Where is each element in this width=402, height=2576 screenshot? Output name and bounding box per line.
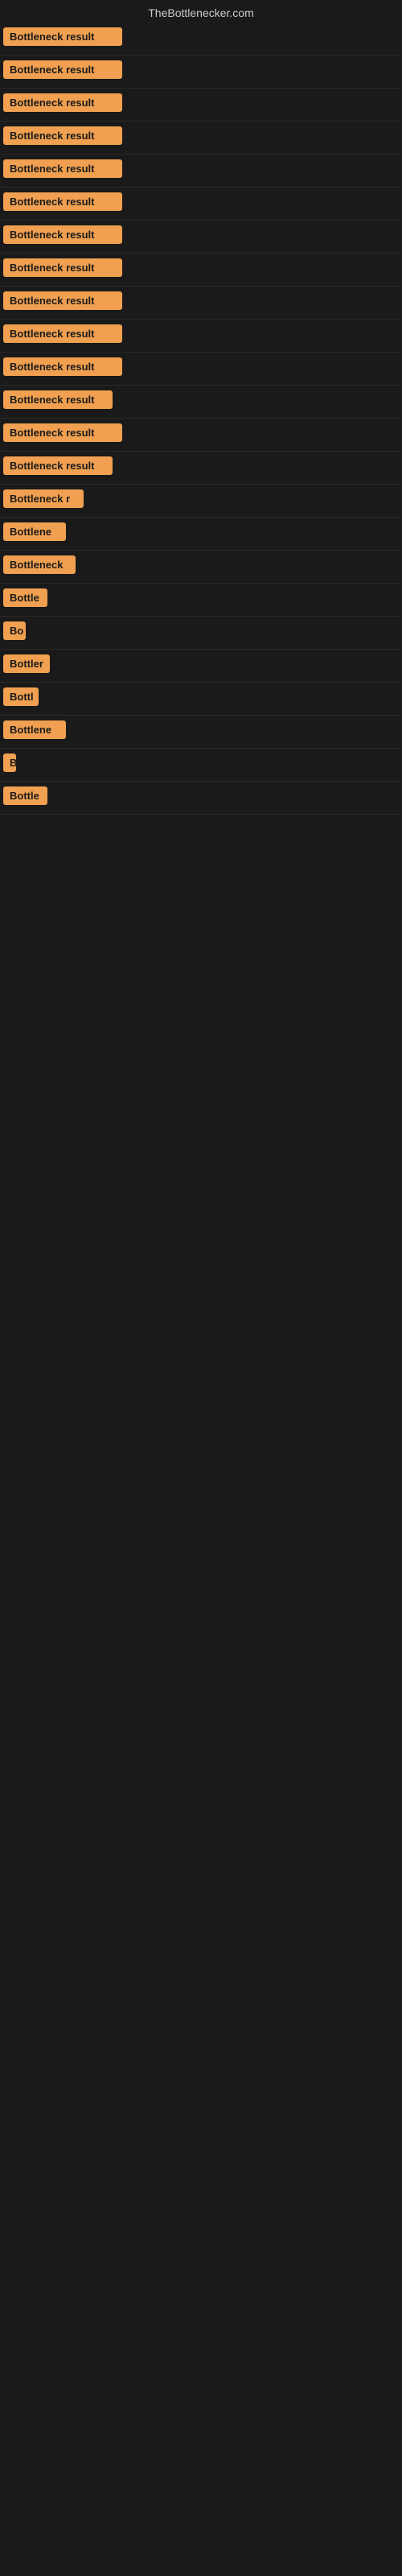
list-item: Bottleneck result — [0, 155, 402, 188]
list-item: Bottleneck result — [0, 452, 402, 485]
bottleneck-badge[interactable]: Bottle — [3, 786, 47, 805]
list-item: Bottle — [0, 584, 402, 617]
bottleneck-badge[interactable]: Bottleneck result — [3, 390, 113, 409]
list-item: Bottleneck result — [0, 23, 402, 56]
list-item: Bottleneck result — [0, 353, 402, 386]
bottleneck-badge[interactable]: Bottler — [3, 654, 50, 673]
bottleneck-badge[interactable]: Bottleneck result — [3, 423, 122, 442]
bottleneck-badge[interactable]: B — [3, 753, 16, 772]
list-item: Bottleneck result — [0, 254, 402, 287]
list-item: Bottlene — [0, 518, 402, 551]
list-item: Bottleneck result — [0, 386, 402, 419]
list-item: Bottle — [0, 782, 402, 815]
bottleneck-badge[interactable]: Bottleneck result — [3, 60, 122, 79]
bottleneck-badge[interactable]: Bottlene — [3, 720, 66, 739]
bottleneck-badge[interactable]: Bottleneck result — [3, 456, 113, 475]
list-item: Bottleneck result — [0, 221, 402, 254]
list-item: Bottleneck result — [0, 419, 402, 452]
list-item: Bo — [0, 617, 402, 650]
bottleneck-badge[interactable]: Bottleneck result — [3, 159, 122, 178]
list-item: Bottleneck r — [0, 485, 402, 518]
badge-list: Bottleneck result Bottleneck result Bottle… — [0, 23, 402, 815]
list-item: Bottlene — [0, 716, 402, 749]
bottleneck-badge[interactable]: Bottleneck — [3, 555, 76, 574]
list-item: Bottleneck — [0, 551, 402, 584]
list-item: Bottleneck result — [0, 89, 402, 122]
list-item: Bottleneck result — [0, 122, 402, 155]
list-item: Bottleneck result — [0, 287, 402, 320]
bottleneck-badge[interactable]: Bottleneck result — [3, 225, 122, 244]
bottleneck-badge[interactable]: Bottleneck r — [3, 489, 84, 508]
bottleneck-badge[interactable]: Bottleneck result — [3, 291, 122, 310]
bottleneck-badge[interactable]: Bo — [3, 621, 26, 640]
site-title-text: TheBottlenecker.com — [148, 6, 254, 19]
list-item: Bottleneck result — [0, 320, 402, 353]
bottleneck-badge[interactable]: Bottl — [3, 687, 39, 706]
list-item: Bottler — [0, 650, 402, 683]
bottleneck-badge[interactable]: Bottlene — [3, 522, 66, 541]
bottleneck-badge[interactable]: Bottleneck result — [3, 126, 122, 145]
bottleneck-badge[interactable]: Bottleneck result — [3, 357, 122, 376]
list-item: Bottleneck result — [0, 56, 402, 89]
bottleneck-badge[interactable]: Bottle — [3, 588, 47, 607]
bottleneck-badge[interactable]: Bottleneck result — [3, 324, 122, 343]
list-item: Bottl — [0, 683, 402, 716]
bottleneck-badge[interactable]: Bottleneck result — [3, 27, 122, 46]
site-title: TheBottlenecker.com — [0, 0, 402, 23]
bottleneck-badge[interactable]: Bottleneck result — [3, 93, 122, 112]
bottleneck-badge[interactable]: Bottleneck result — [3, 258, 122, 277]
list-item: Bottleneck result — [0, 188, 402, 221]
list-item: B — [0, 749, 402, 782]
bottleneck-badge[interactable]: Bottleneck result — [3, 192, 122, 211]
